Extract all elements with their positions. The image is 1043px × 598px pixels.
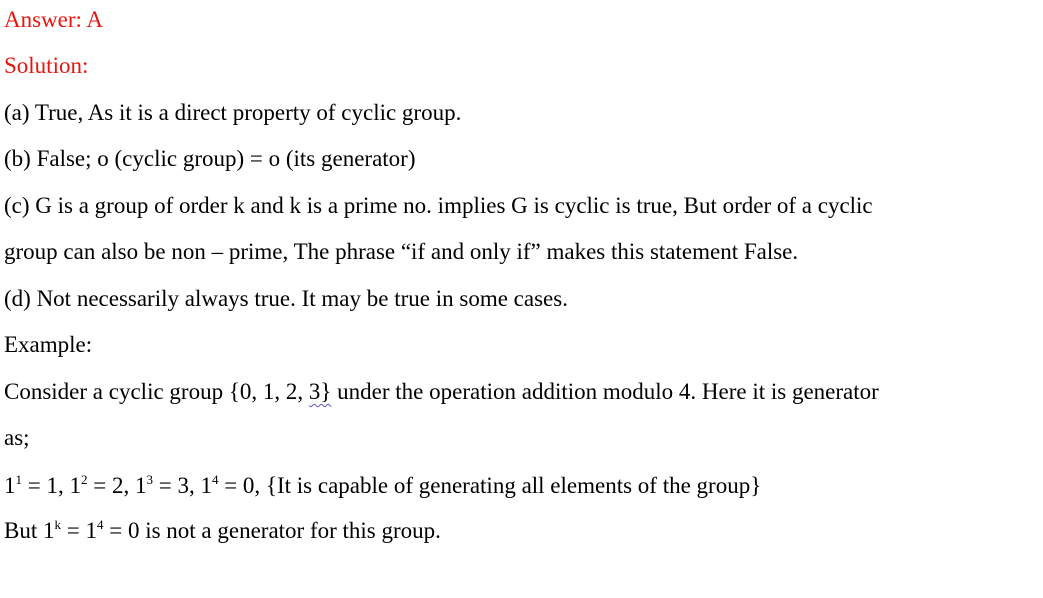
power-3-base: 1 xyxy=(134,473,147,498)
statement-c-line2: group can also be non – prime, The phras… xyxy=(4,239,799,264)
power-4-base: 1 xyxy=(200,473,212,498)
example-heading: Example: xyxy=(4,332,93,357)
powers-line: 11 = 1, 12 = 2, 13 = 3, 14 = 0, {It is c… xyxy=(4,471,761,501)
power-3-result: = 3, xyxy=(152,473,201,498)
power-2-result: = 2, xyxy=(87,473,135,498)
powers-note: {It is capable of generating all element… xyxy=(265,473,762,498)
spellcheck-flagged-text: 3} xyxy=(308,379,332,404)
statement-b: (b) False; o (cyclic group) = o (its gen… xyxy=(4,146,416,171)
statement-c-line1: (c) G is a group of order k and k is a p… xyxy=(4,193,873,218)
example-description: Consider a cyclic group {0, 1, 2, 3} und… xyxy=(4,377,879,407)
solution-heading: Solution: xyxy=(4,53,89,78)
conclusion-middle: = 1 xyxy=(60,518,97,543)
example-description-end: under the operation addition modulo 4. H… xyxy=(331,379,879,404)
power-1-base: 1 xyxy=(4,473,16,498)
statement-a: (a) True, As it is a direct property of … xyxy=(4,100,462,125)
conclusion-suffix: = 0 is not a generator for this group. xyxy=(103,518,441,543)
conclusion-prefix: But 1 xyxy=(4,518,55,543)
example-continuation: as; xyxy=(4,425,30,450)
example-description-start: Consider a cyclic group {0, 1, 2, xyxy=(4,379,309,404)
power-4-result: = 0, xyxy=(218,473,266,498)
power-2-base: 1 xyxy=(69,473,81,498)
power-1-result: = 1, xyxy=(22,473,70,498)
statement-d: (d) Not necessarily always true. It may … xyxy=(4,286,568,311)
conclusion-line: But 1k = 14 = 0 is not a generator for t… xyxy=(4,516,441,546)
answer-heading: Answer: A xyxy=(4,7,104,32)
